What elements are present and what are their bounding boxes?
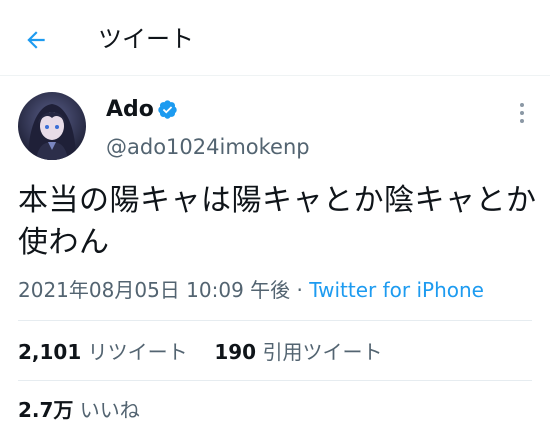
page-title: ツイート <box>98 25 194 53</box>
tweet-meta: 2021年08月05日 10:09 午後 · Twitter for iPhon… <box>18 275 484 305</box>
more-options-button[interactable] <box>510 100 534 126</box>
back-button[interactable] <box>18 22 54 58</box>
quotes-count: 190 <box>214 340 257 364</box>
divider <box>18 380 532 381</box>
author-handle[interactable]: @ado1024imokenp <box>106 133 310 161</box>
more-dots-icon <box>520 103 524 107</box>
retweets-label: リツイート <box>87 340 188 364</box>
likes-label: いいね <box>79 398 140 422</box>
tweet-source-link[interactable]: Twitter for iPhone <box>309 278 484 302</box>
top-bar: ツイート <box>0 0 550 76</box>
tweet-timestamp[interactable]: 2021年08月05日 10:09 午後 <box>18 278 290 302</box>
retweets-count: 2,101 <box>18 340 82 364</box>
retweets-stat[interactable]: 2,101 リツイート <box>18 340 188 364</box>
avatar[interactable] <box>18 92 86 160</box>
avatar-image <box>18 92 86 160</box>
likes-stat[interactable]: 2.7万 いいね <box>18 398 140 422</box>
arrow-left-icon <box>27 31 45 49</box>
likes-count: 2.7万 <box>18 398 74 422</box>
likes-stats-row: 2.7万 いいね <box>18 395 140 425</box>
divider <box>18 320 532 321</box>
retweet-stats-row: 2,101 リツイート 190 引用ツイート <box>18 337 382 367</box>
quotes-stat[interactable]: 190 引用ツイート <box>214 340 382 364</box>
verified-badge-icon <box>158 100 177 119</box>
meta-separator: · <box>296 278 303 302</box>
quotes-label: 引用ツイート <box>262 340 383 364</box>
tweet-text: 本当の陽キャは陽キャとか陰キャとか使わん <box>18 183 537 260</box>
author-display-name[interactable]: Ado <box>106 96 154 124</box>
